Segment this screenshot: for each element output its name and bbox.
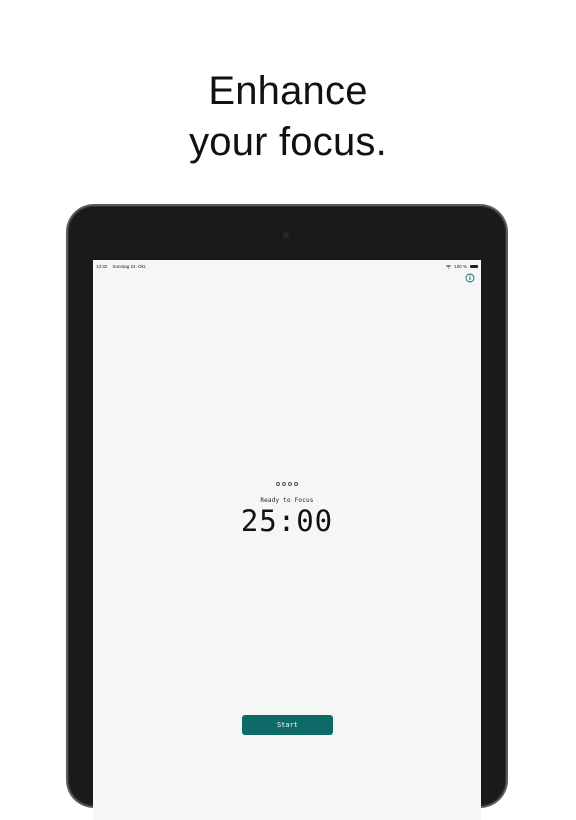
app-screen: 13:32 Sonntag 24. Okt. 100 % Ready to Fo… xyxy=(93,260,481,820)
status-bar-left: 13:32 Sonntag 24. Okt. xyxy=(96,264,150,269)
session-dot xyxy=(276,482,280,486)
session-dot xyxy=(294,482,298,486)
wifi-icon xyxy=(446,264,452,269)
headline: Enhance your focus. xyxy=(0,66,576,168)
battery-icon xyxy=(470,264,478,269)
headline-line-2: your focus. xyxy=(189,120,387,164)
status-bar: 13:32 Sonntag 24. Okt. 100 % xyxy=(93,263,481,273)
session-progress-dots xyxy=(93,482,481,486)
start-button[interactable]: Start xyxy=(242,715,333,735)
info-circle-icon[interactable] xyxy=(465,273,475,283)
status-bar-right: 100 % xyxy=(446,264,478,269)
headline-line-1: Enhance xyxy=(208,69,368,113)
status-date: Sonntag 24. Okt. xyxy=(112,264,147,269)
session-dot xyxy=(282,482,286,486)
status-time: 13:32 xyxy=(96,264,108,269)
timer-status-label: Ready to Focus xyxy=(260,497,314,504)
ipad-device-frame: 13:32 Sonntag 24. Okt. 100 % Ready to Fo… xyxy=(68,206,506,820)
timer-display: 25:00 xyxy=(240,504,334,538)
session-dot xyxy=(288,482,292,486)
front-camera xyxy=(282,231,290,239)
battery-percent: 100 % xyxy=(454,264,467,269)
